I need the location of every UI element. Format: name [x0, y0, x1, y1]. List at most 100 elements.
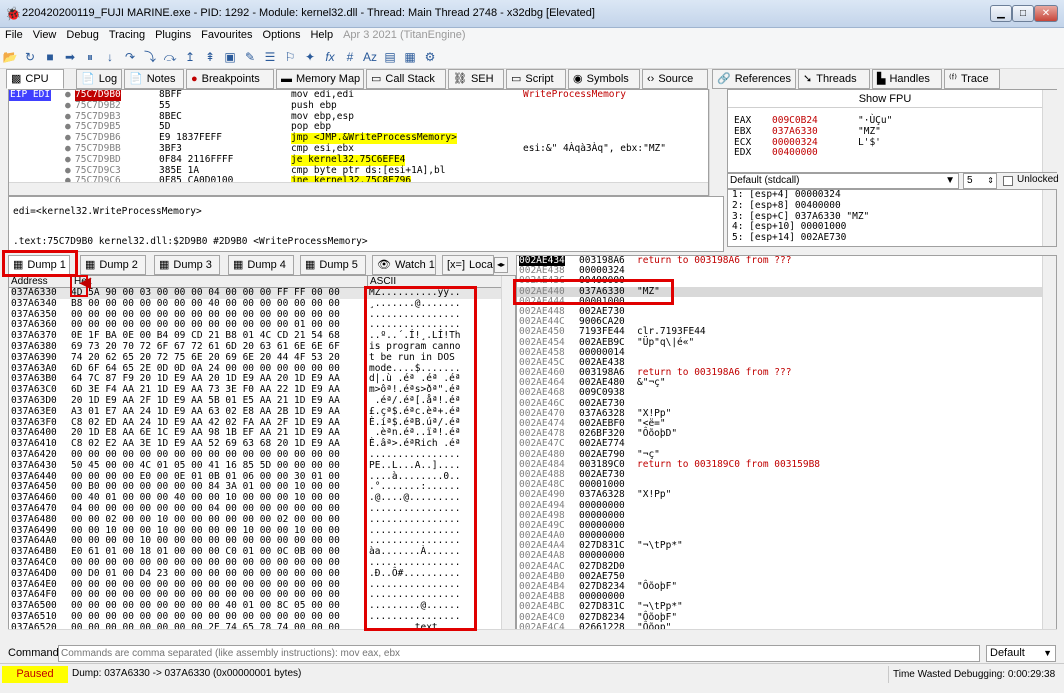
step-over-icon[interactable]: ↷ — [120, 47, 140, 67]
command-input[interactable] — [58, 645, 980, 662]
unlocked-checkbox[interactable] — [1003, 176, 1013, 186]
dump-row[interactable]: 037A6430 50 45 00 00 4C 01 05 00 41 16 85… — [11, 460, 501, 472]
dump-ascii[interactable]: £.çª$.éªc.èª+.éª — [369, 406, 461, 418]
step-into-icon[interactable]: ↓ — [100, 47, 120, 67]
tab-cpu[interactable]: ▩ CPU — [6, 69, 64, 89]
tab-references[interactable]: 🔗 References — [712, 69, 796, 89]
argument-row[interactable]: 5: [esp+14] 002AE730 — [732, 232, 869, 244]
calculator-icon[interactable]: ▤ — [380, 47, 400, 67]
tab-source[interactable]: ‹› Source — [642, 69, 708, 89]
notes-icon[interactable]: ▦ — [400, 47, 420, 67]
dump-view[interactable]: Address Hex ASCII 037A6330 4D 5A 90 00 03… — [8, 275, 516, 643]
tab-dump-3[interactable]: ▦ Dump 3 — [154, 255, 220, 275]
dump-hex[interactable]: A3 01 E7 AA 24 1D E9 AA 63 02 E8 AA 2B 1… — [71, 406, 340, 418]
dump-hex[interactable]: 00 00 02 00 00 10 00 00 00 00 00 00 02 0… — [71, 514, 340, 526]
tab-dump-1[interactable]: ▦ Dump 1 — [8, 255, 70, 275]
callconv-select[interactable]: Default (stdcall) ▼ — [727, 173, 959, 189]
tab-trace[interactable]: ⁽ᶠ⁾ Trace — [944, 69, 1000, 89]
tab-dump-4[interactable]: ▦ Dump 4 — [228, 255, 294, 275]
arg-count-spinner[interactable]: 5 ⇕ — [963, 173, 997, 189]
execute-till-return-icon[interactable]: ↥ — [180, 47, 200, 67]
register-vscrollbar[interactable] — [1042, 90, 1057, 172]
tab-dump-5[interactable]: ▦ Dump 5 — [300, 255, 366, 275]
stop-icon[interactable]: ■ — [40, 47, 60, 67]
settings-icon[interactable]: ⚙ — [420, 47, 440, 67]
dump-vscrollbar[interactable] — [501, 276, 515, 642]
dump-row[interactable]: 037A64D0 00 D0 01 00 D4 23 00 00 00 00 00… — [11, 568, 501, 580]
dump-hscrollbar[interactable] — [8, 629, 516, 643]
dump-row[interactable]: 037A6340 B8 00 00 00 00 00 00 00 40 00 00… — [11, 298, 501, 310]
run-to-user-code-icon[interactable]: ⇞ — [200, 47, 220, 67]
menu-options[interactable]: Options — [258, 28, 306, 42]
dump-hex[interactable]: 74 20 62 65 20 72 75 6E 20 69 6E 20 44 4… — [71, 352, 340, 364]
tab-memory-map[interactable]: ▬ Memory Map — [276, 69, 364, 89]
minimize-button[interactable]: ▁ — [990, 5, 1012, 22]
dump-hex[interactable]: 00 D0 01 00 D4 23 00 00 00 00 00 00 00 0… — [71, 568, 340, 580]
menu-plugins[interactable]: Plugins — [150, 28, 196, 42]
menu-file[interactable]: File — [0, 28, 28, 42]
stack-value[interactable]: 7193FE44 — [579, 327, 625, 337]
argument-row[interactable]: 2: [esp+8] 00400000 — [732, 200, 869, 212]
dump-hex[interactable]: 50 45 00 00 4C 01 05 00 41 16 85 5D 00 0… — [71, 460, 340, 472]
tab-scroll-arrows[interactable]: ◂▸ — [494, 257, 508, 273]
menu-tracing[interactable]: Tracing — [104, 28, 150, 42]
dump-ascii[interactable]: .Ð..Ô#.......... — [369, 568, 461, 580]
stack-hscrollbar[interactable] — [516, 629, 1057, 643]
register-value[interactable]: 037A6330 — [772, 126, 818, 138]
tab-dump-2[interactable]: ▦ Dump 2 — [80, 255, 146, 275]
dump-row[interactable]: 037A63E0 A3 01 E7 AA 24 1D E9 AA 63 02 E8… — [11, 406, 501, 418]
args-vscrollbar[interactable] — [1042, 190, 1056, 246]
tab-locals[interactable]: [x=] Loca — [442, 255, 494, 275]
disassembly-view[interactable]: EIP EDI ● 75C7D9B0 8BFF mov edi,edi WriteProc… — [8, 89, 709, 196]
dump-ascii[interactable]: t be run in DOS — [369, 352, 461, 364]
maximize-button[interactable]: □ — [1012, 5, 1034, 22]
dump-ascii[interactable]: PE..L...A..].... — [369, 460, 461, 472]
register-view[interactable]: Show FPU EAX 009C0B24 "·ÙÇu" EBX 037A6330 "MZ… — [727, 89, 1057, 173]
tab-seh[interactable]: ⛓ SEH — [448, 69, 504, 89]
menu-favourites[interactable]: Favourites — [196, 28, 257, 42]
tab-handles[interactable]: ▙ Handles — [872, 69, 942, 89]
tab-call-stack[interactable]: ▭ Call Stack — [366, 69, 446, 89]
tab-symbols[interactable]: ◉ Symbols — [568, 69, 640, 89]
font-size-icon[interactable]: Aᴢ — [360, 47, 380, 67]
dump-ascii[interactable]: ¸.......@....... — [369, 298, 461, 310]
menu-debug[interactable]: Debug — [61, 28, 103, 42]
show-fpu-button[interactable]: Show FPU — [728, 90, 1042, 108]
menu-view[interactable]: View — [28, 28, 62, 42]
stack-value[interactable]: 037A6328 — [579, 490, 625, 500]
stack-row[interactable]: 002AE490 037A6328 "X!Pp" — [517, 490, 1042, 500]
tab-breakpoints[interactable]: ● Breakpoints — [186, 69, 274, 89]
command-mode-select[interactable]: Default ▼ — [986, 645, 1056, 662]
disasm-vscrollbar[interactable] — [709, 89, 724, 196]
function-icon[interactable]: fx — [320, 47, 340, 67]
stack-view[interactable]: 002AE434 003198A6 return to 003198A6 from … — [516, 255, 1057, 643]
tab-watch-1[interactable]: 👁 Watch 1 — [372, 255, 436, 275]
patch-icon[interactable]: ✎ — [240, 47, 260, 67]
scylla-icon[interactable]: ▣ — [220, 47, 240, 67]
label-icon[interactable]: ⚐ — [280, 47, 300, 67]
restart-icon[interactable]: ↻ — [20, 47, 40, 67]
disasm-hscrollbar[interactable] — [9, 182, 708, 195]
arguments-view[interactable]: 1: [esp+4] 00000324 2: [esp+8] 00400000 3:… — [727, 189, 1057, 247]
trace-over-icon[interactable]: ⤼ — [160, 47, 180, 67]
bookmark-icon[interactable]: ✦ — [300, 47, 320, 67]
dump-row[interactable]: 037A6390 74 20 62 65 20 72 75 6E 20 69 6E… — [11, 352, 501, 364]
comment-icon[interactable]: ☰ — [260, 47, 280, 67]
run-icon[interactable]: ➡ — [60, 47, 80, 67]
register-row[interactable]: EBX 037A6330 "MZ" — [734, 126, 1034, 138]
trace-into-icon[interactable]: ⤵ — [140, 47, 160, 67]
open-icon[interactable]: 📂 — [0, 47, 20, 67]
menu-help[interactable]: Help — [305, 28, 338, 42]
tab-notes[interactable]: 📄 Notes — [124, 69, 184, 89]
stack-vscrollbar[interactable] — [1042, 256, 1056, 642]
pause-icon[interactable]: ⏸ — [80, 47, 100, 67]
register-row[interactable]: EDX 00400000 — [734, 147, 1034, 159]
dump-ascii[interactable]: ................ — [369, 514, 461, 526]
tab-threads[interactable]: ➘ Threads — [798, 69, 870, 89]
hash-icon[interactable]: # — [340, 47, 360, 67]
dump-row[interactable]: 037A6480 00 00 02 00 00 10 00 00 00 00 00… — [11, 514, 501, 526]
stack-row[interactable]: 002AE450 7193FE44 clr.7193FE44 — [517, 327, 1042, 337]
close-button[interactable]: ✕ — [1034, 5, 1058, 22]
tab-script[interactable]: ▭ Script — [506, 69, 566, 89]
tab-log[interactable]: 📄 Log — [76, 69, 122, 89]
